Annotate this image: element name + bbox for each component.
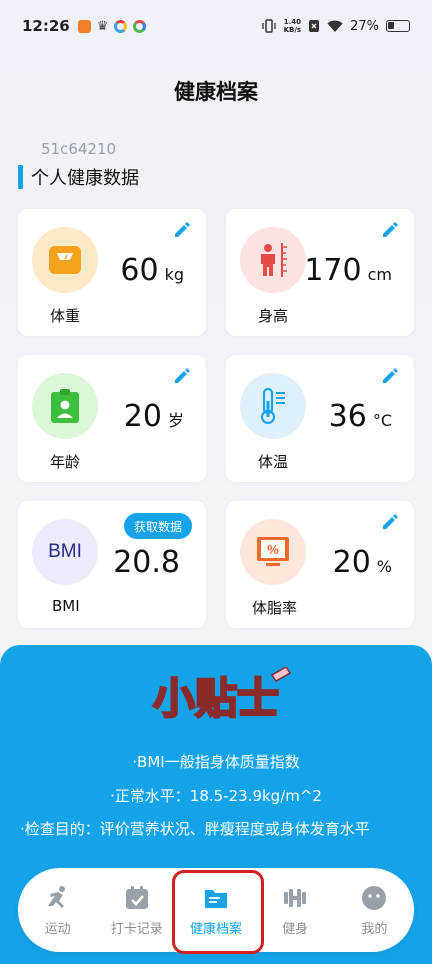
section-accent-bar [18,165,23,189]
weight-icon-circle [32,227,98,293]
temperature-icon-circle [240,373,306,439]
folder-icon [205,889,227,908]
battery-percent: 27% [350,18,379,34]
tip-line-3: ·检查目的：评价营养状况、胖瘦程度或身体发育水平 [20,820,370,838]
notification-app-icon [77,19,91,33]
status-left: 12:26 ♛ [22,17,147,35]
weight-value: 60 kg [120,253,184,288]
calendar-check-icon [125,885,148,909]
edit-height-icon[interactable] [380,219,400,239]
temperature-value: 36 °C [329,399,392,434]
body-fat-label: 体脂率 [252,599,298,617]
crown-icon: ♛ [96,18,109,34]
status-bar: 12:26 ♛ 1.40 KB/s 27% [0,0,432,52]
nav-label-health-record: 健康档案 [190,921,243,937]
age-label: 年龄 [50,453,81,471]
running-icon [47,885,65,908]
battery-icon [386,20,410,32]
get-data-button[interactable]: 获取数据 [123,513,192,539]
temperature-card[interactable]: 36 °C 体温 [226,355,414,482]
bmi-card[interactable]: BMI 20.8 BMI 获取数据 [18,501,206,628]
tip-line-1: ·BMI一般指身体质量指数 [132,753,300,771]
height-label: 身高 [258,307,289,325]
body-fat-unit: % [376,557,392,576]
network-speed-unit: KB/s [283,26,302,34]
nav-item-health-record[interactable]: 健康档案 [176,868,255,952]
tips-logo: 小贴士 [152,667,292,724]
weight-label: 体重 [50,307,81,325]
bmi-icon-text: BMI [48,541,82,562]
tips-logo-text: 小贴士 [153,674,279,723]
height-icon-circle [240,227,306,293]
edit-age-icon[interactable] [172,365,192,385]
svg-text:%: % [267,542,279,557]
status-time: 12:26 [22,17,70,35]
bmi-value: 20.8 [113,545,180,580]
nav-label-mine: 我的 [361,921,388,937]
thermometer-icon [260,387,285,425]
nav-item-mine[interactable]: 我的 [335,868,414,952]
bmi-label: BMI [52,597,80,615]
edit-weight-icon[interactable] [172,219,192,239]
scale-icon [49,246,81,274]
height-unit: cm [367,265,392,284]
height-value: 170 cm [304,253,392,288]
age-icon-circle [32,373,98,439]
dumbbell-icon [284,888,307,907]
nav-label-sport: 运动 [44,921,71,937]
body-fat-number: 20 [332,545,371,580]
nav-label-fitness: 健身 [282,921,309,937]
bottom-nav: 运动 打卡记录 健康档案 健身 我的 [18,868,414,952]
status-right: 1.40 KB/s 27% [261,18,410,34]
vibrate-icon [261,19,276,33]
temperature-unit: °C [372,411,392,430]
temperature-label: 体温 [258,453,289,471]
bmi-icon-circle: BMI [32,519,98,585]
body-fat-value: 20 % [333,545,392,580]
percent-screen-icon: % [257,537,289,566]
body-fat-card[interactable]: % 20 % 体脂率 [226,501,414,628]
edit-body-fat-icon[interactable] [380,511,400,531]
nav-item-checkin[interactable]: 打卡记录 [97,868,176,952]
app-ring-icon [114,19,128,33]
smiley-icon [362,885,387,910]
weight-unit: kg [164,265,184,284]
network-speed: 1.40 KB/s [284,18,301,34]
nav-label-checkin: 打卡记录 [110,921,163,937]
user-id: 51c64210 [41,140,117,158]
height-card[interactable]: 170 cm 身高 [226,209,414,336]
sim-off-icon [309,20,320,32]
weight-number: 60 [120,253,159,288]
edit-temperature-icon[interactable] [380,365,400,385]
person-ruler-icon [261,243,287,277]
tip-line-2: ·正常水平：18.5-23.9kg/m^2 [110,787,322,805]
nav-item-fitness[interactable]: 健身 [256,868,335,952]
wifi-icon [327,20,343,32]
age-card[interactable]: 20 岁 年龄 [18,355,206,482]
age-value: 20 岁 [124,399,184,434]
age-unit: 岁 [167,411,184,430]
height-number: 170 [304,253,362,288]
app-ring-icon-2 [133,19,147,33]
weight-card[interactable]: 60 kg 体重 [18,209,206,336]
bmi-number: 20.8 [113,545,180,580]
section-title-text: 个人健康数据 [31,168,139,189]
page-title: 健康档案 [174,80,258,104]
nav-item-sport[interactable]: 运动 [18,868,97,952]
section-title: 个人健康数据 [18,165,139,189]
temperature-number: 36 [328,399,367,434]
network-speed-value: 1.40 [283,18,301,26]
age-number: 20 [123,399,162,434]
body-fat-icon-circle: % [240,519,306,585]
id-badge-icon [51,389,79,423]
